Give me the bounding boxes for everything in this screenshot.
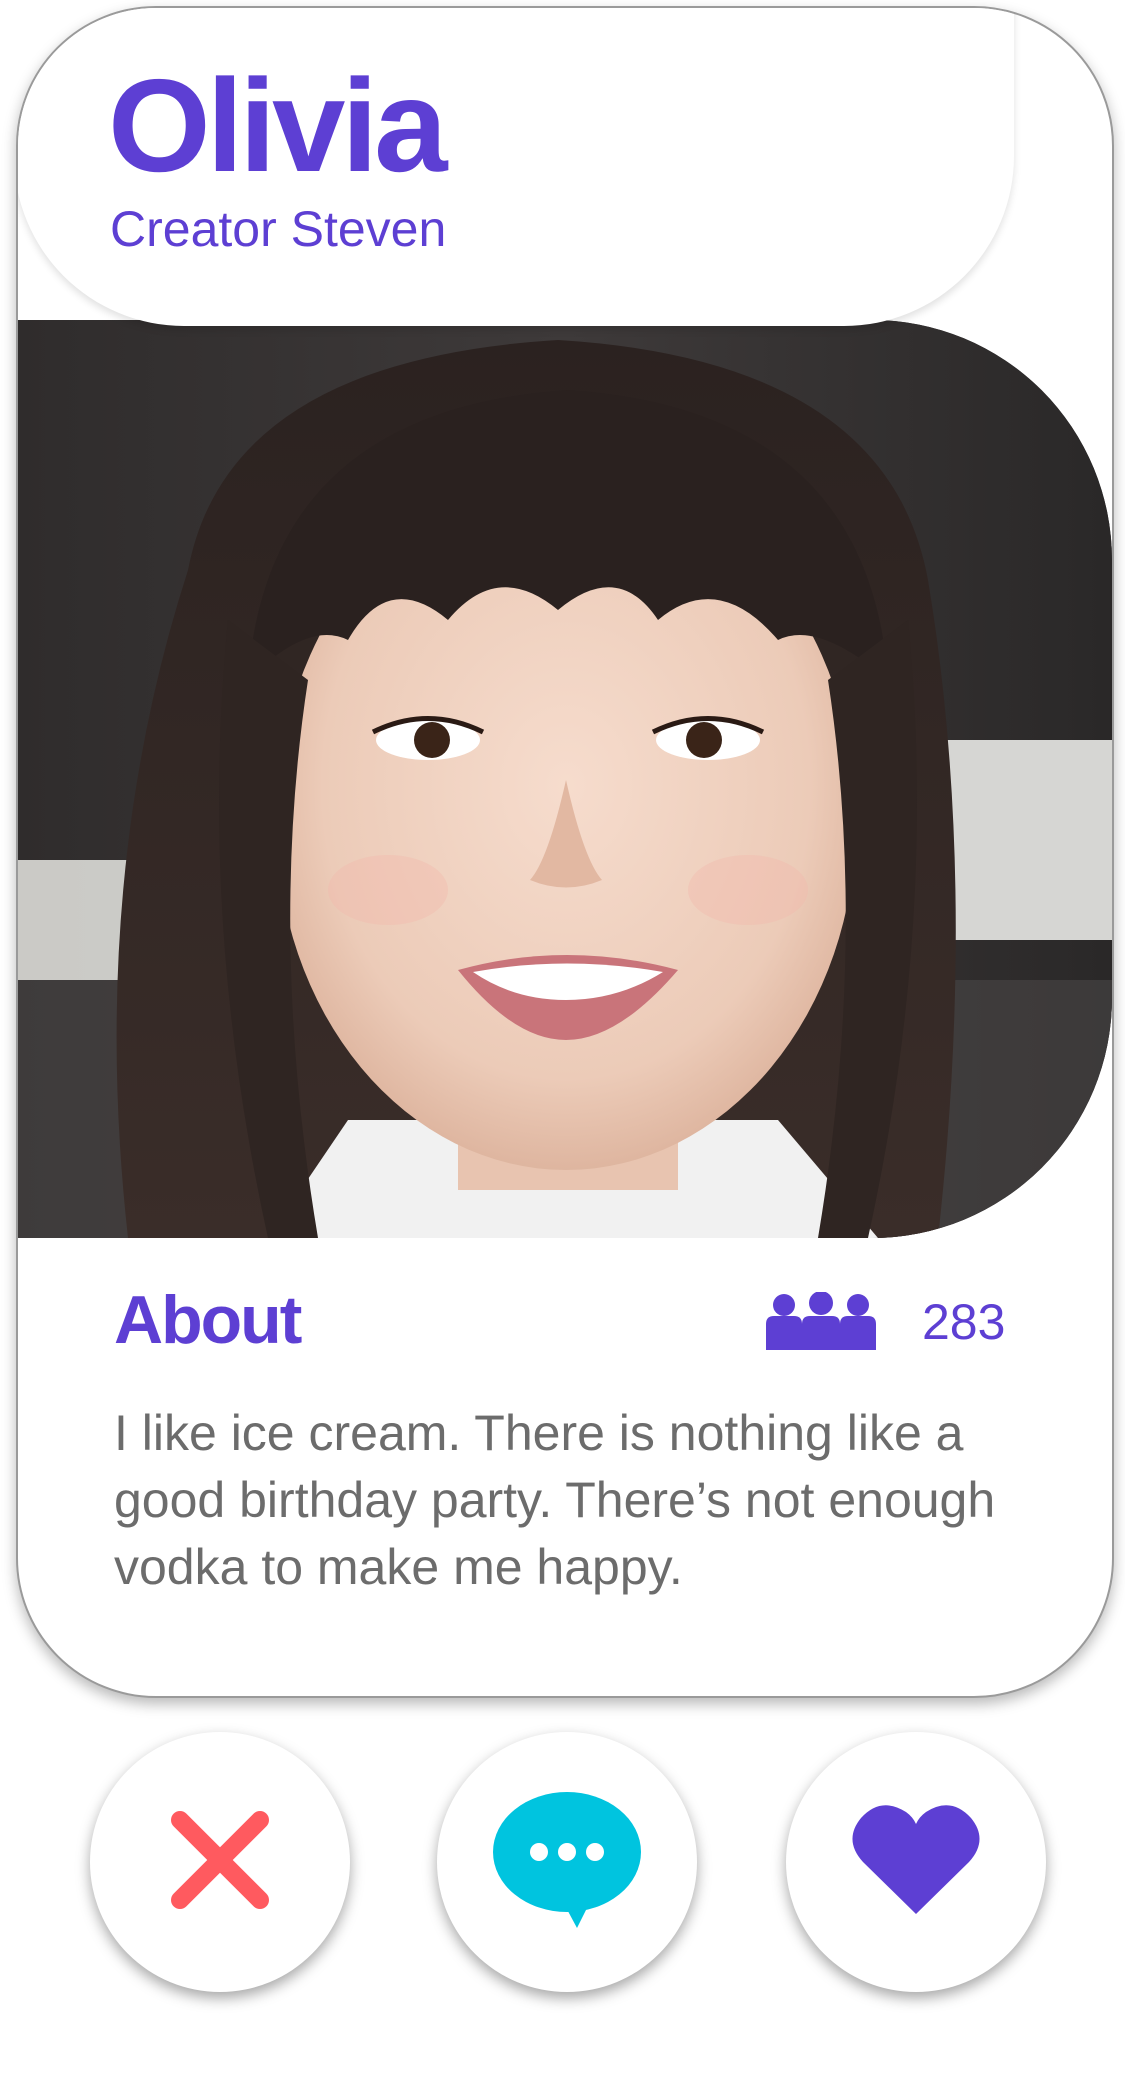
reject-button[interactable] [90,1732,350,1992]
group-icon [766,1292,876,1352]
like-button[interactable] [786,1732,1046,1992]
chat-bubble-icon [492,1790,642,1935]
creator-label: Creator Steven [110,201,447,257]
chat-button[interactable] [437,1732,697,1992]
profile-card[interactable]: Olivia Creator Steven About 283 I like i… [16,6,1114,1698]
profile-photo [18,320,1112,1238]
followers-count: 283 [922,1294,1006,1350]
header: Olivia Creator Steven [18,8,1014,326]
about-heading: About [114,1282,302,1358]
about-text: I like ice cream. There is nothing like … [114,1405,996,1595]
profile-name: Olivia [108,52,448,199]
heart-icon [851,1802,981,1923]
followers-stat: 283 [766,1292,1005,1352]
close-icon [170,1810,270,1915]
profile-photo-image [18,320,1112,1238]
